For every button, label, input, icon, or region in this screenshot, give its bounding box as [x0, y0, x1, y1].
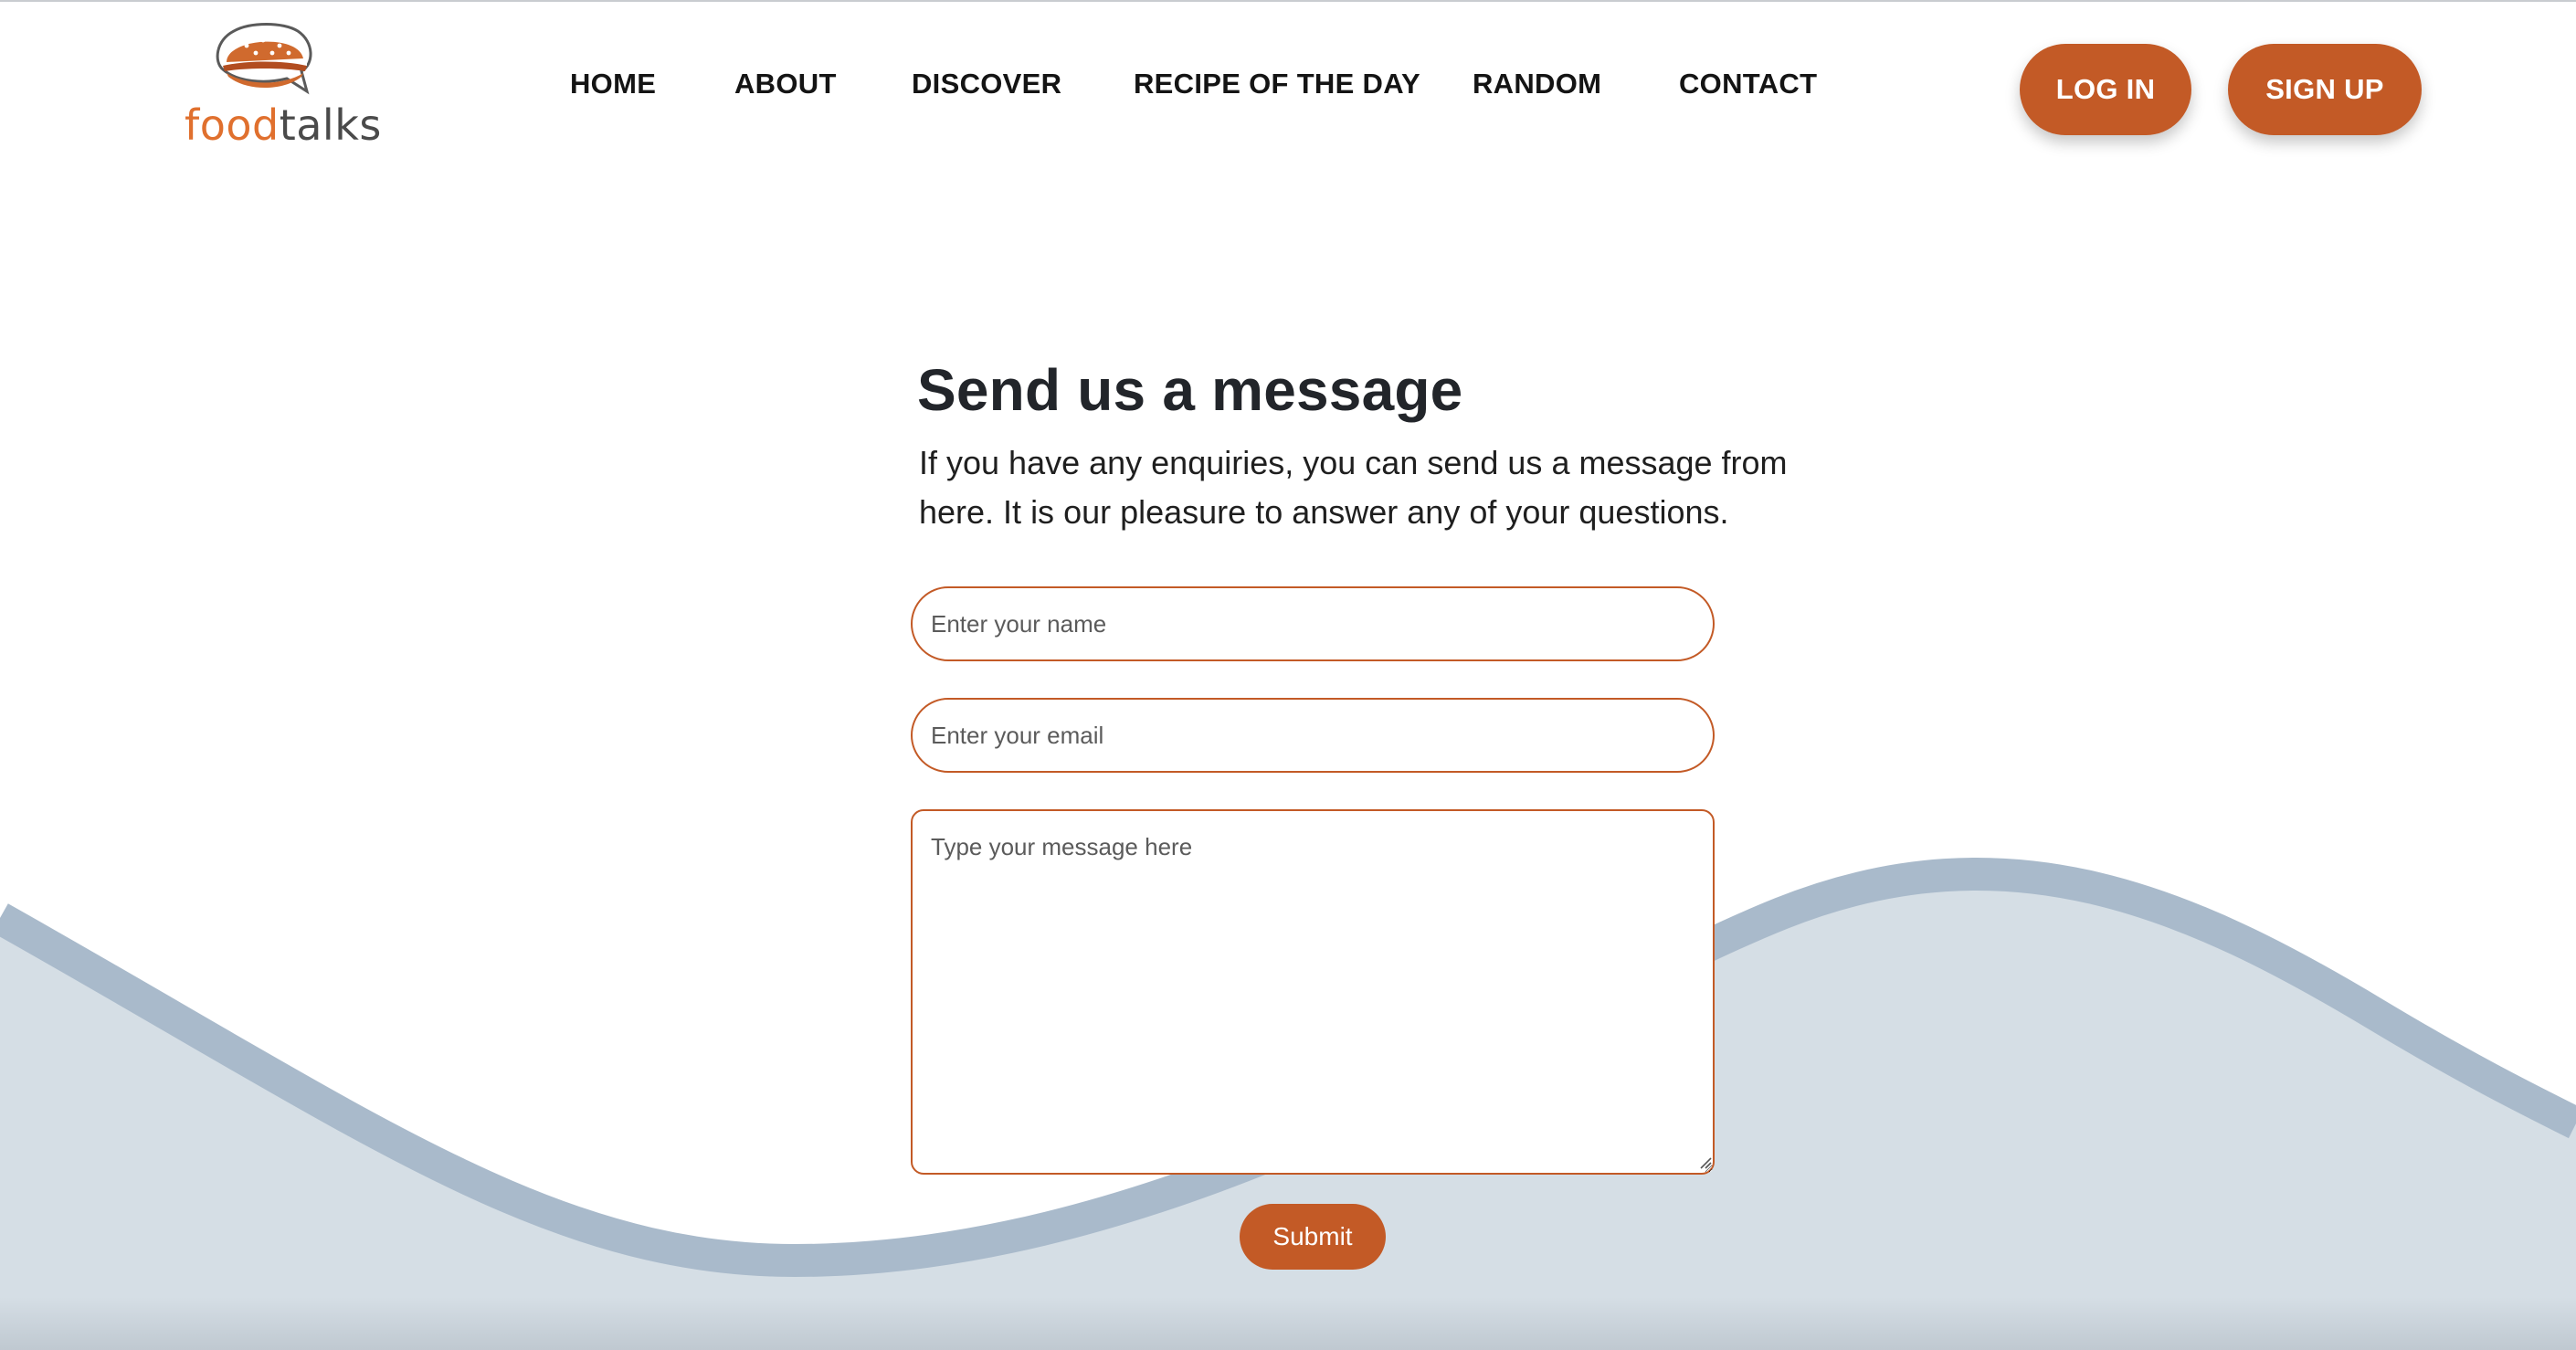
- resize-grip-icon[interactable]: [1699, 1156, 1712, 1169]
- name-input[interactable]: [911, 586, 1715, 661]
- message-textarea[interactable]: [911, 809, 1715, 1175]
- email-input[interactable]: [911, 698, 1715, 773]
- contact-section: Send us a message If you have any enquir…: [0, 0, 2576, 1350]
- intro-text: If you have any enquiries, you can send …: [919, 444, 1788, 531]
- page-title: Send us a message: [917, 357, 1463, 423]
- submit-button[interactable]: Submit: [1240, 1204, 1386, 1270]
